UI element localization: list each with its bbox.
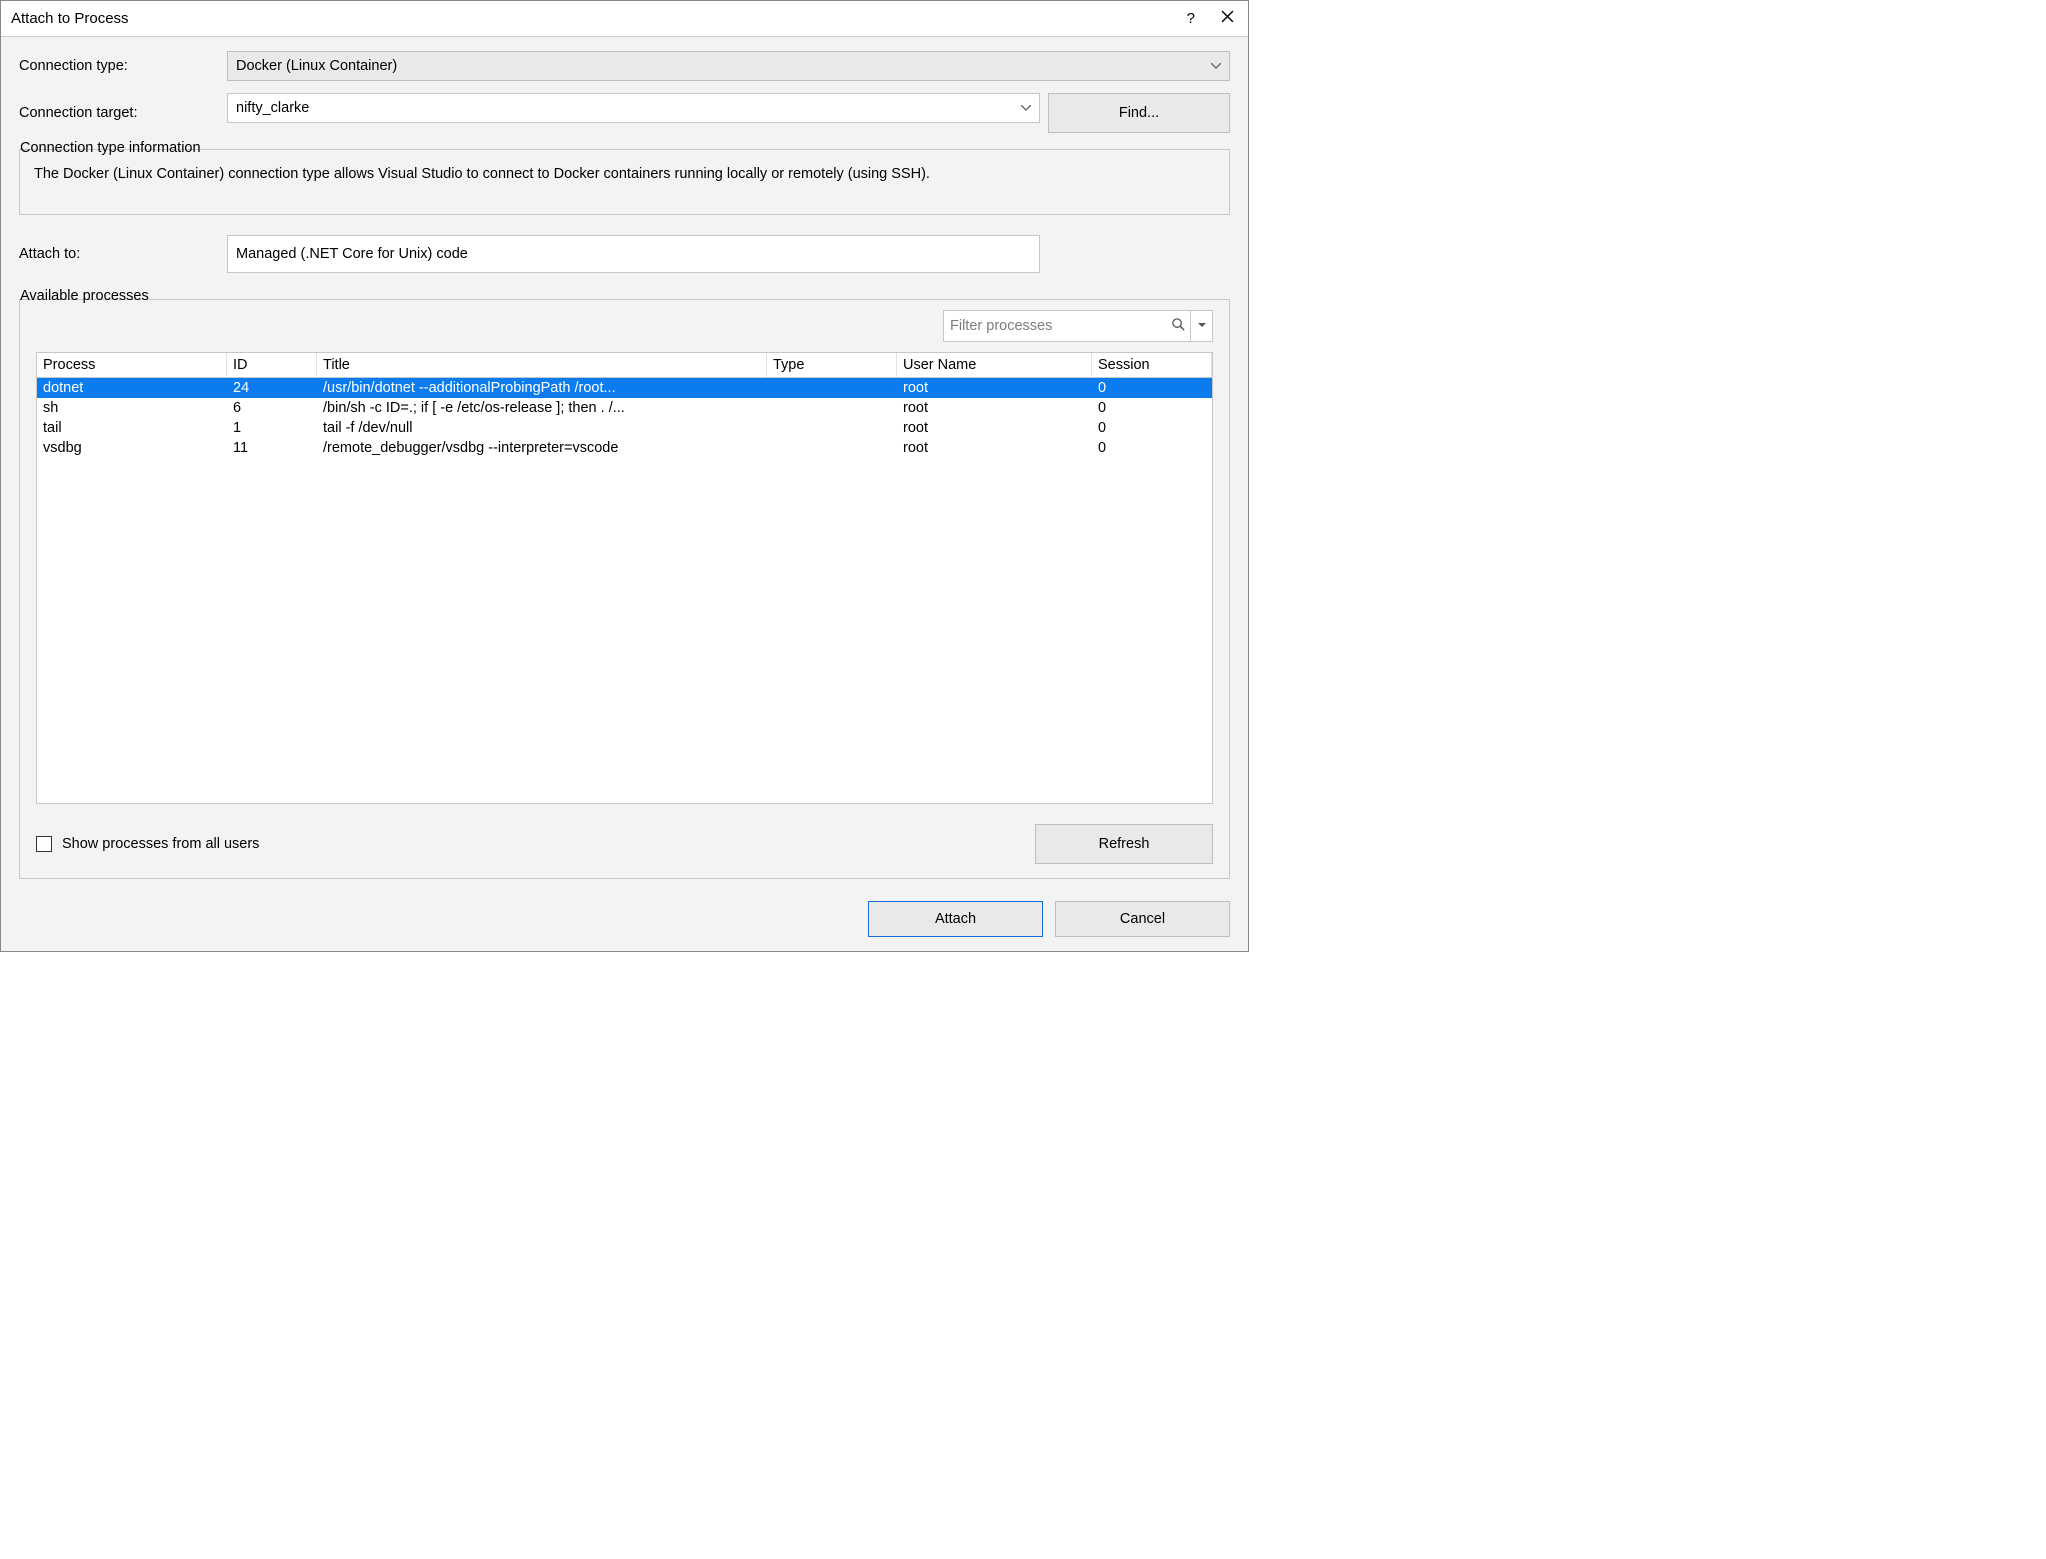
connection-type-value: Docker (Linux Container) xyxy=(236,58,397,74)
table-cell: vsdbg xyxy=(37,438,227,458)
show-all-users-label: Show processes from all users xyxy=(62,836,259,852)
available-processes-label: Available processes xyxy=(20,288,153,304)
table-row[interactable]: tail1tail -f /dev/null root0 xyxy=(37,418,1212,438)
table-cell: /usr/bin/dotnet --additionalProbingPath … xyxy=(317,378,767,398)
checkbox-box[interactable] xyxy=(36,836,52,852)
col-header-user[interactable]: User Name xyxy=(897,353,1092,377)
table-cell xyxy=(767,378,897,398)
available-processes-group: Available processes Process ID Title Typ… xyxy=(19,299,1230,879)
table-cell: 1 xyxy=(227,418,317,438)
connection-target-combo[interactable]: nifty_clarke xyxy=(227,93,1040,123)
table-cell: root xyxy=(897,378,1092,398)
connection-info-heading: Connection type information xyxy=(20,140,1201,156)
cancel-button[interactable]: Cancel xyxy=(1055,901,1230,937)
attach-to-value: Managed (.NET Core for Unix) code xyxy=(236,246,468,262)
table-cell: 0 xyxy=(1092,438,1212,458)
attach-to-field[interactable]: Managed (.NET Core for Unix) code xyxy=(227,235,1040,273)
attach-to-label: Attach to: xyxy=(19,246,219,262)
col-header-title[interactable]: Title xyxy=(317,353,767,377)
chevron-down-icon xyxy=(1211,61,1221,72)
table-cell: tail xyxy=(37,418,227,438)
table-cell: 0 xyxy=(1092,418,1212,438)
connection-target-value: nifty_clarke xyxy=(236,100,309,116)
table-row[interactable]: dotnet24/usr/bin/dotnet --additionalProb… xyxy=(37,378,1212,398)
table-cell: /bin/sh -c ID=.; if [ -e /etc/os-release… xyxy=(317,398,767,418)
table-cell: 0 xyxy=(1092,378,1212,398)
connection-type-dropdown[interactable]: Docker (Linux Container) xyxy=(227,51,1230,81)
table-cell: 24 xyxy=(227,378,317,398)
table-cell xyxy=(767,438,897,458)
connection-info-text: The Docker (Linux Container) connection … xyxy=(34,164,1215,186)
col-header-id[interactable]: ID xyxy=(227,353,317,377)
process-table-header: Process ID Title Type User Name Session xyxy=(37,353,1212,378)
show-all-users-checkbox[interactable]: Show processes from all users xyxy=(36,836,259,852)
table-cell xyxy=(767,418,897,438)
table-cell: root xyxy=(897,418,1092,438)
help-icon[interactable]: ? xyxy=(1181,8,1201,29)
window-title: Attach to Process xyxy=(11,10,129,27)
find-button[interactable]: Find... xyxy=(1048,93,1230,133)
table-cell: sh xyxy=(37,398,227,418)
table-cell: dotnet xyxy=(37,378,227,398)
filter-processes-box[interactable] xyxy=(943,310,1213,342)
col-header-type[interactable]: Type xyxy=(767,353,897,377)
table-cell: 0 xyxy=(1092,398,1212,418)
filter-dropdown-icon[interactable] xyxy=(1190,311,1212,341)
table-cell xyxy=(767,398,897,418)
table-cell: root xyxy=(897,398,1092,418)
table-row[interactable]: sh6/bin/sh -c ID=.; if [ -e /etc/os-rele… xyxy=(37,398,1212,418)
search-icon[interactable] xyxy=(1167,317,1190,335)
filter-processes-input[interactable] xyxy=(944,318,1167,334)
table-cell: 11 xyxy=(227,438,317,458)
table-cell: root xyxy=(897,438,1092,458)
close-icon[interactable] xyxy=(1215,8,1240,29)
col-header-session[interactable]: Session xyxy=(1092,353,1212,377)
title-bar: Attach to Process ? xyxy=(1,1,1248,37)
col-header-process[interactable]: Process xyxy=(37,353,227,377)
table-cell: /remote_debugger/vsdbg --interpreter=vsc… xyxy=(317,438,767,458)
process-table[interactable]: Process ID Title Type User Name Session … xyxy=(36,352,1213,804)
table-cell: 6 xyxy=(227,398,317,418)
table-row[interactable]: vsdbg11/remote_debugger/vsdbg --interpre… xyxy=(37,438,1212,458)
chevron-down-icon xyxy=(1021,103,1031,114)
connection-info-group: Connection type information The Docker (… xyxy=(19,149,1230,215)
table-cell: tail -f /dev/null xyxy=(317,418,767,438)
connection-target-label: Connection target: xyxy=(19,105,219,121)
attach-button[interactable]: Attach xyxy=(868,901,1043,937)
connection-type-label: Connection type: xyxy=(19,58,219,74)
refresh-button[interactable]: Refresh xyxy=(1035,824,1213,864)
